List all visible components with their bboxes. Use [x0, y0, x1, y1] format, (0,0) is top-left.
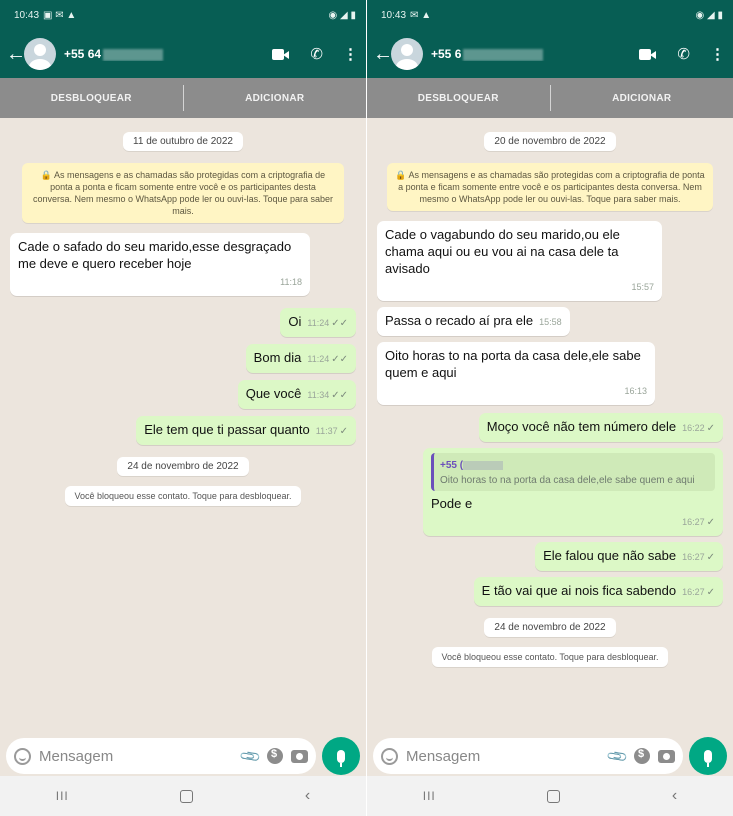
- system-nav-bar: III ‹: [0, 776, 366, 816]
- date-chip: 20 de novembro de 2022: [484, 132, 616, 151]
- message-list: 20 de novembro de 2022 🔒 As mensagens e …: [367, 118, 733, 726]
- outgoing-message[interactable]: Bom dia 11:24 ✓✓: [245, 344, 356, 373]
- redacted-number: [463, 48, 544, 61]
- chat-header: ← +55 64 ✆ ⋮: [0, 30, 366, 78]
- camera-icon[interactable]: [658, 749, 675, 763]
- outgoing-message[interactable]: Oi 11:24 ✓✓: [280, 308, 356, 337]
- video-call-icon[interactable]: [639, 48, 657, 60]
- camera-icon[interactable]: [291, 749, 308, 763]
- microphone-icon: [704, 749, 712, 767]
- incoming-message[interactable]: Oito horas to na porta da casa dele,ele …: [377, 342, 655, 405]
- nav-back-icon[interactable]: ‹: [305, 787, 310, 805]
- incoming-message[interactable]: Passa o recado aí pra ele 15:58: [377, 307, 570, 336]
- payment-icon[interactable]: [267, 748, 283, 764]
- blocked-system-message[interactable]: Você bloqueou esse contato. Toque para d…: [432, 647, 668, 667]
- message-list: 11 de outubro de 2022 🔒 As mensagens e a…: [0, 118, 366, 726]
- message-composer: Mensagem 📎: [6, 736, 360, 776]
- add-contact-button[interactable]: ADICIONAR: [184, 93, 367, 104]
- outgoing-message[interactable]: E tão vai que ai nois fica sabendo 16:27 ✓: [473, 577, 723, 606]
- back-arrow-icon[interactable]: ←: [373, 43, 393, 66]
- mic-button[interactable]: [689, 737, 727, 775]
- unblock-button[interactable]: DESBLOQUEAR: [0, 93, 183, 104]
- status-time: 10:43: [381, 9, 407, 21]
- recent-apps-icon[interactable]: III: [423, 789, 436, 803]
- contact-name[interactable]: +55 6: [431, 47, 639, 61]
- avatar[interactable]: [391, 38, 423, 70]
- back-arrow-icon[interactable]: ←: [6, 43, 26, 66]
- chat-header: ← +55 6 ✆ ⋮: [367, 30, 733, 78]
- voice-call-icon[interactable]: ✆: [677, 45, 690, 63]
- microphone-icon: [337, 749, 345, 767]
- left-chat-screen: 10:43 ▣ ✉ ▲ ◉ ◢ ▮ ← +55 64 ✆ ⋮ DESBLOQUEA…: [0, 0, 366, 816]
- status-icons-right: ◉ ◢ ▮: [695, 9, 723, 21]
- outgoing-reply-message[interactable]: +55 ( Oito horas to na porta da casa del…: [423, 448, 723, 536]
- contact-name[interactable]: +55 64: [64, 47, 272, 61]
- blocked-action-bar: DESBLOQUEAR ADICIONAR: [0, 78, 366, 118]
- right-chat-screen: 10:43 ✉ ▲ ◉ ◢ ▮ ← +55 6 ✆ ⋮ DESBLOQUEAR A…: [367, 0, 733, 816]
- encryption-notice[interactable]: 🔒 As mensagens e as chamadas são protegi…: [387, 163, 713, 211]
- status-icons-right: ◉ ◢ ▮: [328, 9, 356, 21]
- payment-icon[interactable]: [634, 748, 650, 764]
- message-placeholder: Mensagem: [406, 747, 481, 765]
- avatar[interactable]: [24, 38, 56, 70]
- home-icon[interactable]: [547, 789, 561, 803]
- voice-call-icon[interactable]: ✆: [310, 45, 323, 63]
- message-input[interactable]: Mensagem 📎: [373, 738, 683, 774]
- redacted-number: [463, 460, 504, 470]
- redacted-number: [103, 48, 164, 61]
- unblock-button[interactable]: DESBLOQUEAR: [367, 93, 550, 104]
- message-input[interactable]: Mensagem 📎: [6, 738, 316, 774]
- outgoing-message[interactable]: Moço você não tem número dele 16:22 ✓: [478, 413, 723, 442]
- recent-apps-icon[interactable]: III: [56, 789, 69, 803]
- emoji-icon[interactable]: [381, 747, 398, 765]
- nav-back-icon[interactable]: ‹: [672, 787, 677, 805]
- status-bar: 10:43 ▣ ✉ ▲ ◉ ◢ ▮: [0, 0, 366, 30]
- date-chip: 11 de outubro de 2022: [123, 132, 243, 151]
- emoji-icon[interactable]: [14, 747, 31, 765]
- more-options-icon[interactable]: ⋮: [710, 45, 725, 63]
- incoming-message[interactable]: Cade o safado do seu marido,esse desgraç…: [10, 233, 310, 296]
- date-chip: 24 de novembro de 2022: [117, 457, 249, 476]
- blocked-system-message[interactable]: Você bloqueou esse contato. Toque para d…: [65, 486, 301, 506]
- home-icon[interactable]: [180, 789, 194, 803]
- status-time: 10:43: [14, 9, 40, 21]
- date-chip: 24 de novembro de 2022: [484, 618, 616, 637]
- incoming-message[interactable]: Cade o vagabundo do seu marido,ou ele ch…: [377, 221, 662, 301]
- status-icons-left: ▣ ✉ ▲: [43, 9, 77, 21]
- quoted-message[interactable]: +55 ( Oito horas to na porta da casa del…: [431, 453, 715, 491]
- message-placeholder: Mensagem: [39, 747, 114, 765]
- attach-clip-icon[interactable]: 📎: [238, 744, 262, 768]
- add-contact-button[interactable]: ADICIONAR: [551, 93, 733, 104]
- video-call-icon[interactable]: [272, 48, 290, 60]
- encryption-notice[interactable]: 🔒 As mensagens e as chamadas são protegi…: [22, 163, 344, 223]
- more-options-icon[interactable]: ⋮: [343, 45, 358, 63]
- message-composer: Mensagem 📎: [373, 736, 727, 776]
- outgoing-message[interactable]: Ele falou que não sabe 16:27 ✓: [535, 542, 723, 571]
- outgoing-message[interactable]: Que você 11:34 ✓✓: [237, 380, 356, 409]
- system-nav-bar: III ‹: [367, 776, 733, 816]
- status-bar: 10:43 ✉ ▲ ◉ ◢ ▮: [367, 0, 733, 30]
- blocked-action-bar: DESBLOQUEAR ADICIONAR: [367, 78, 733, 118]
- status-icons-left: ✉ ▲: [410, 9, 432, 21]
- mic-button[interactable]: [322, 737, 360, 775]
- outgoing-message[interactable]: Ele tem que ti passar quanto 11:37 ✓: [136, 416, 356, 445]
- attach-clip-icon[interactable]: 📎: [605, 744, 629, 768]
